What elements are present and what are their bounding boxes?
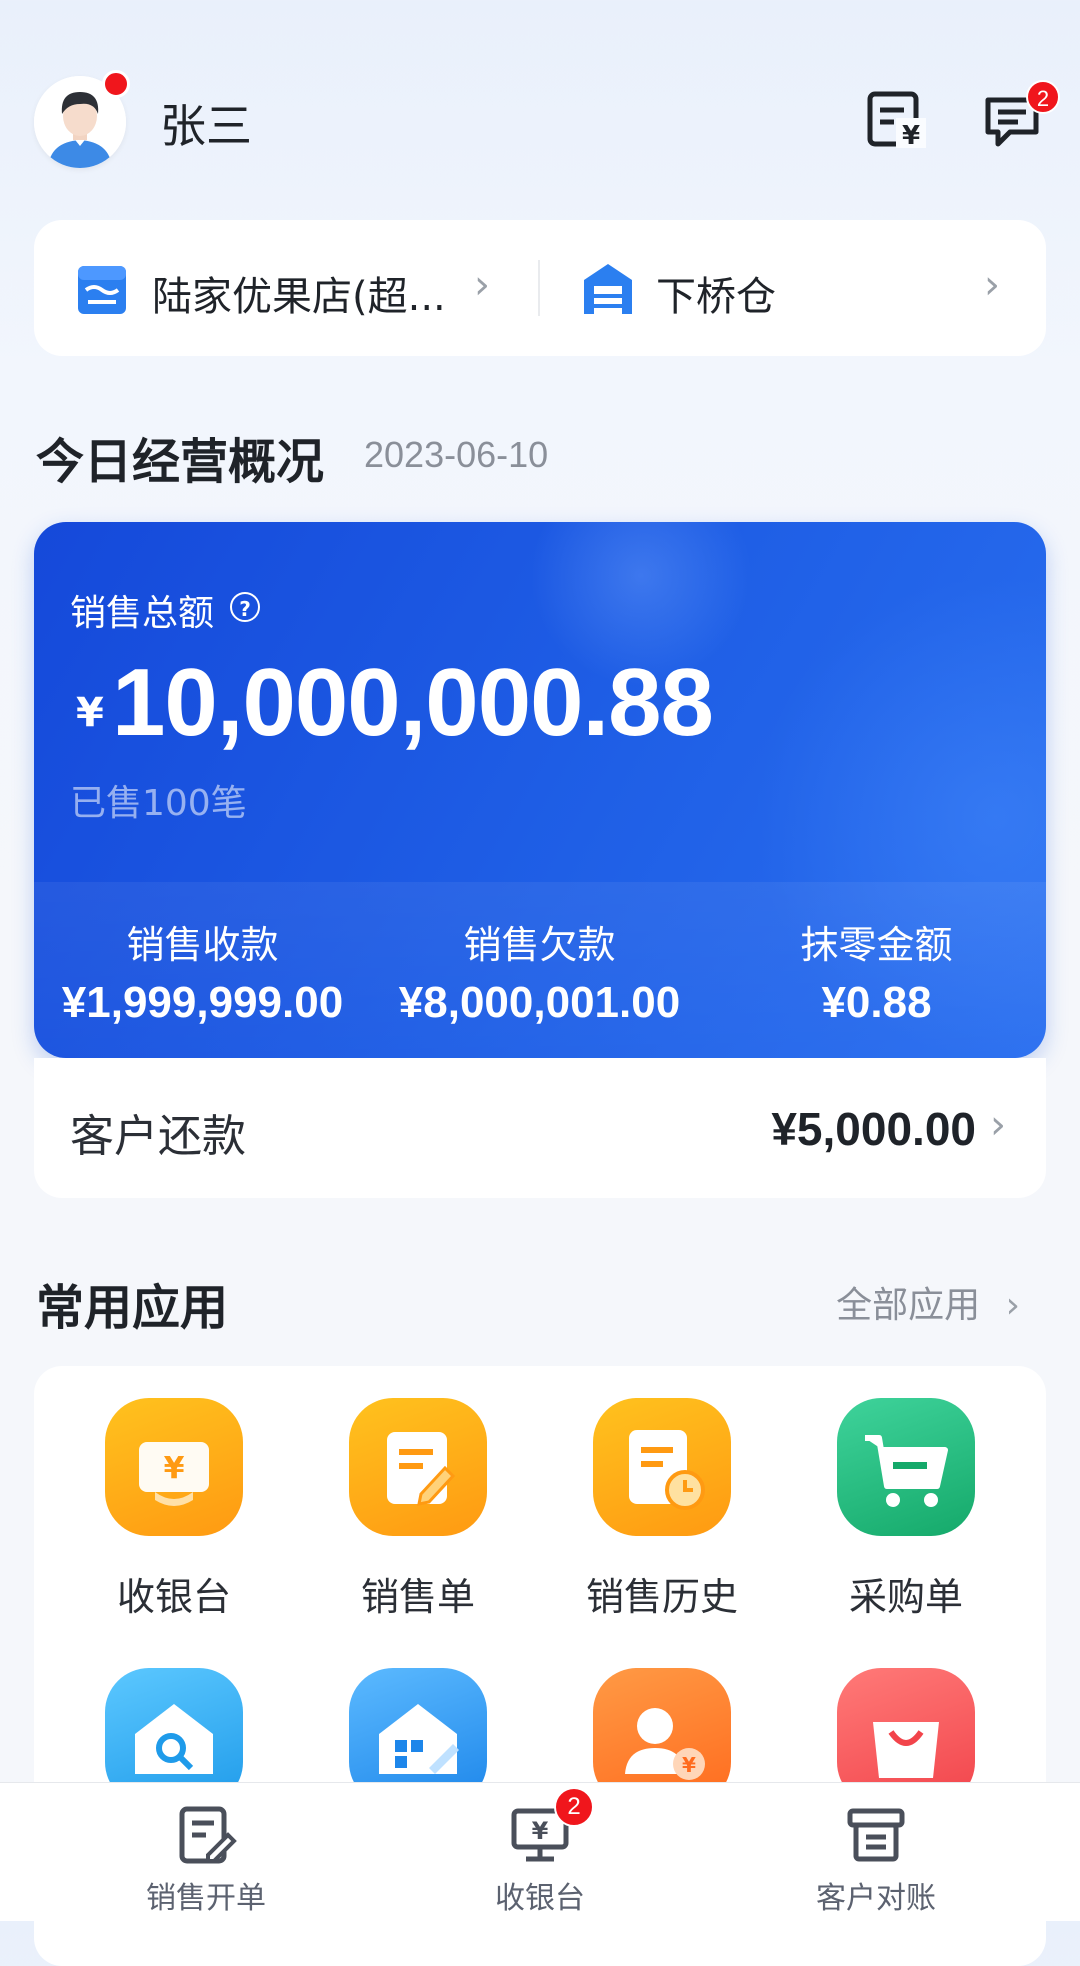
sales-stats-panel [34,882,1046,1058]
divider [538,260,540,316]
stat-label-arrears: 销售欠款 [463,923,616,967]
chevron-right-icon: › [1005,1285,1020,1326]
chevron-right-icon: › [474,262,490,308]
all-apps-link[interactable]: 全部应用 › [836,1276,1020,1328]
tab-label: 销售开单 [146,1881,266,1916]
help-icon[interactable]: ? [230,592,260,622]
store-selector-card: 陆家优果店(超... › 下桥仓 › [34,220,1046,356]
stat-label-receipts: 销售收款 [126,923,279,967]
sales-history-icon [593,1398,731,1536]
total-sales-amount: 10,000,000.88 [112,649,714,756]
sales-summary-card[interactable]: 销售总额 ? ¥ 10,000,000.88 已售100笔 销售收款 ¥1,99… [34,522,1046,1058]
warehouse-icon [580,260,636,316]
chevron-right-icon: › [990,1102,1006,1148]
bottom-tab-bar: 销售开单 ¥ 收银台 2 客户对账 [0,1782,1080,1921]
tab-cashier-badge: 2 [554,1787,594,1827]
purchase-cart-icon [837,1398,975,1536]
tab-sales-form[interactable]: 销售开单 [26,1803,386,1917]
app-purchase-order[interactable]: 采购单 [784,1398,1028,1621]
app-label: 销售历史 [585,1575,738,1619]
overview-title: 今日经营概况 [36,434,325,490]
sales-order-icon [349,1398,487,1536]
all-apps-label: 全部应用 [836,1285,981,1326]
chevron-right-icon: › [984,262,1000,308]
tab-label: 客户对账 [816,1881,936,1916]
svg-text:¥: ¥ [532,1817,549,1845]
apps-title: 常用应用 [36,1280,229,1336]
svg-text:¥: ¥ [164,1451,185,1486]
app-sales-history[interactable]: 销售历史 [540,1398,784,1621]
store-name[interactable]: 陆家优果店(超... [152,264,446,322]
app-cashier[interactable]: ¥ 收银台 [52,1398,296,1621]
app-label: 采购单 [848,1575,963,1619]
stat-value-rounding: ¥0.88 [821,978,932,1027]
sales-form-icon [174,1803,238,1867]
tab-cashier[interactable]: ¥ 收银台 [360,1803,720,1917]
username: 张三 [160,99,252,153]
app-sales-order[interactable]: 销售单 [296,1398,540,1621]
warehouse-name[interactable]: 下桥仓 [656,264,776,322]
cashier-icon: ¥ [105,1398,243,1536]
tab-reconciliation[interactable]: 客户对账 [696,1803,1056,1917]
reconciliation-icon [844,1803,908,1867]
repayment-amount: ¥5,000.00 [771,1103,976,1155]
store-icon [76,260,128,316]
customer-repayment-row[interactable]: 客户还款 ¥5,000.00 › [34,1058,1046,1198]
stat-value-receipts: ¥1,999,999.00 [61,978,344,1027]
svg-text:¥: ¥ [682,1753,696,1777]
total-sales-label: 销售总额 [70,593,215,634]
sold-count: 已售100笔 [70,783,247,824]
app-label: 销售单 [360,1575,475,1619]
repayment-label: 客户还款 [70,1111,246,1162]
currency-symbol: ¥ [76,690,104,736]
stat-label-rounding: 抹零金额 [800,923,953,967]
tab-label: 收银台 [495,1881,585,1916]
notification-dot [102,70,130,98]
svg-text:¥: ¥ [902,121,920,151]
invoice-icon[interactable]: ¥ [864,88,928,152]
message-badge: 2 [1026,80,1060,114]
overview-date: 2023-06-10 [364,434,549,475]
app-label: 收银台 [116,1575,231,1619]
stat-value-arrears: ¥8,000,001.00 [398,978,681,1027]
